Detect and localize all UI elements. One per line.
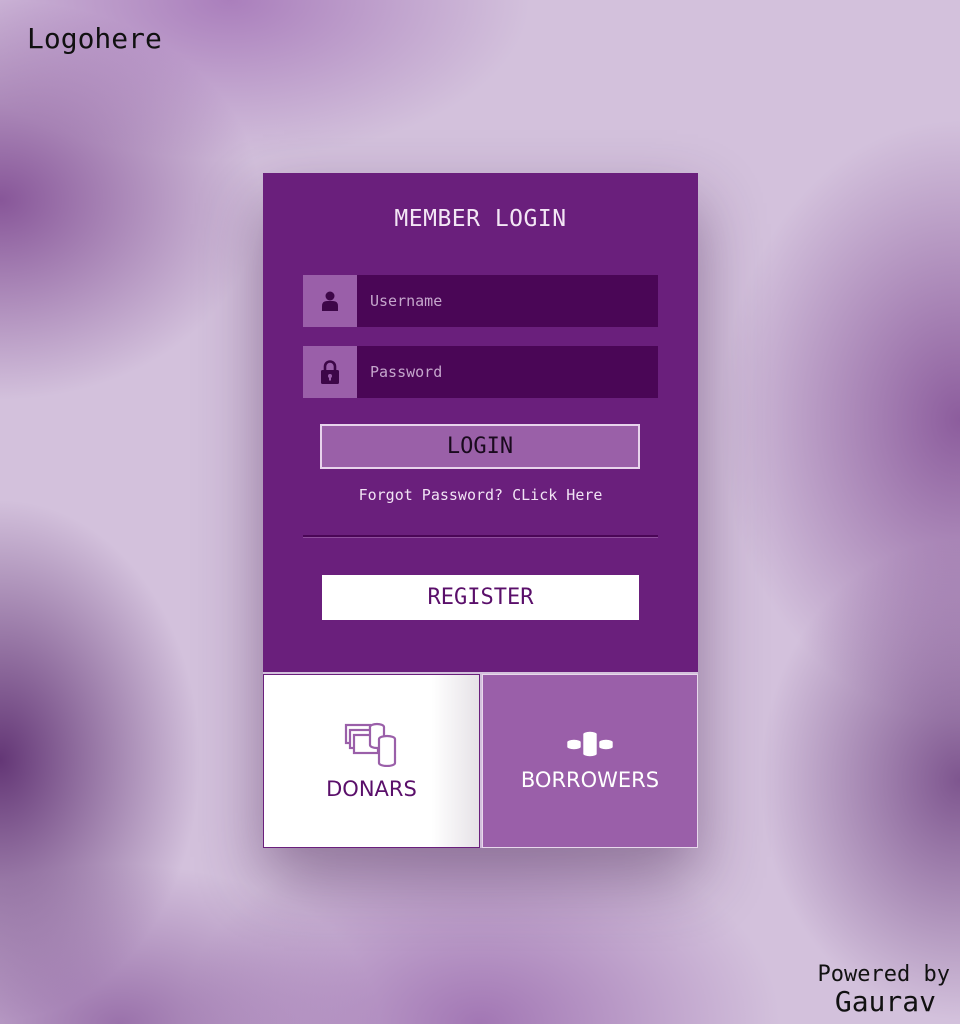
- username-field-group: [303, 275, 658, 327]
- username-input[interactable]: [357, 275, 658, 327]
- borrowers-tile[interactable]: BORROWERS: [482, 674, 698, 848]
- money-stack-icon: [344, 721, 400, 771]
- borrowers-label: BORROWERS: [520, 768, 660, 792]
- login-card: MEMBER LOGIN LOGIN Forgo: [263, 173, 698, 848]
- powered-by-text: Powered by: [817, 962, 950, 987]
- register-button[interactable]: REGISTER: [322, 575, 639, 620]
- powered-by: Powered by Gaurav: [818, 964, 950, 1016]
- author-name: Gaurav: [834, 985, 936, 1018]
- coins-icon: [565, 730, 615, 762]
- page-title: MEMBER LOGIN: [394, 206, 567, 232]
- login-button[interactable]: LOGIN: [320, 424, 640, 469]
- forgot-password-link[interactable]: Forgot Password? CLick Here: [263, 486, 698, 504]
- lock-icon: [303, 346, 357, 398]
- divider: [303, 535, 658, 538]
- login-panel: MEMBER LOGIN LOGIN Forgo: [263, 173, 698, 672]
- logo: Logohere: [27, 22, 162, 55]
- password-input[interactable]: [357, 346, 658, 398]
- donars-label: DONARS: [326, 777, 417, 801]
- user-icon: [303, 275, 357, 327]
- password-field-group: [303, 346, 658, 398]
- donars-tile[interactable]: DONARS: [263, 674, 480, 848]
